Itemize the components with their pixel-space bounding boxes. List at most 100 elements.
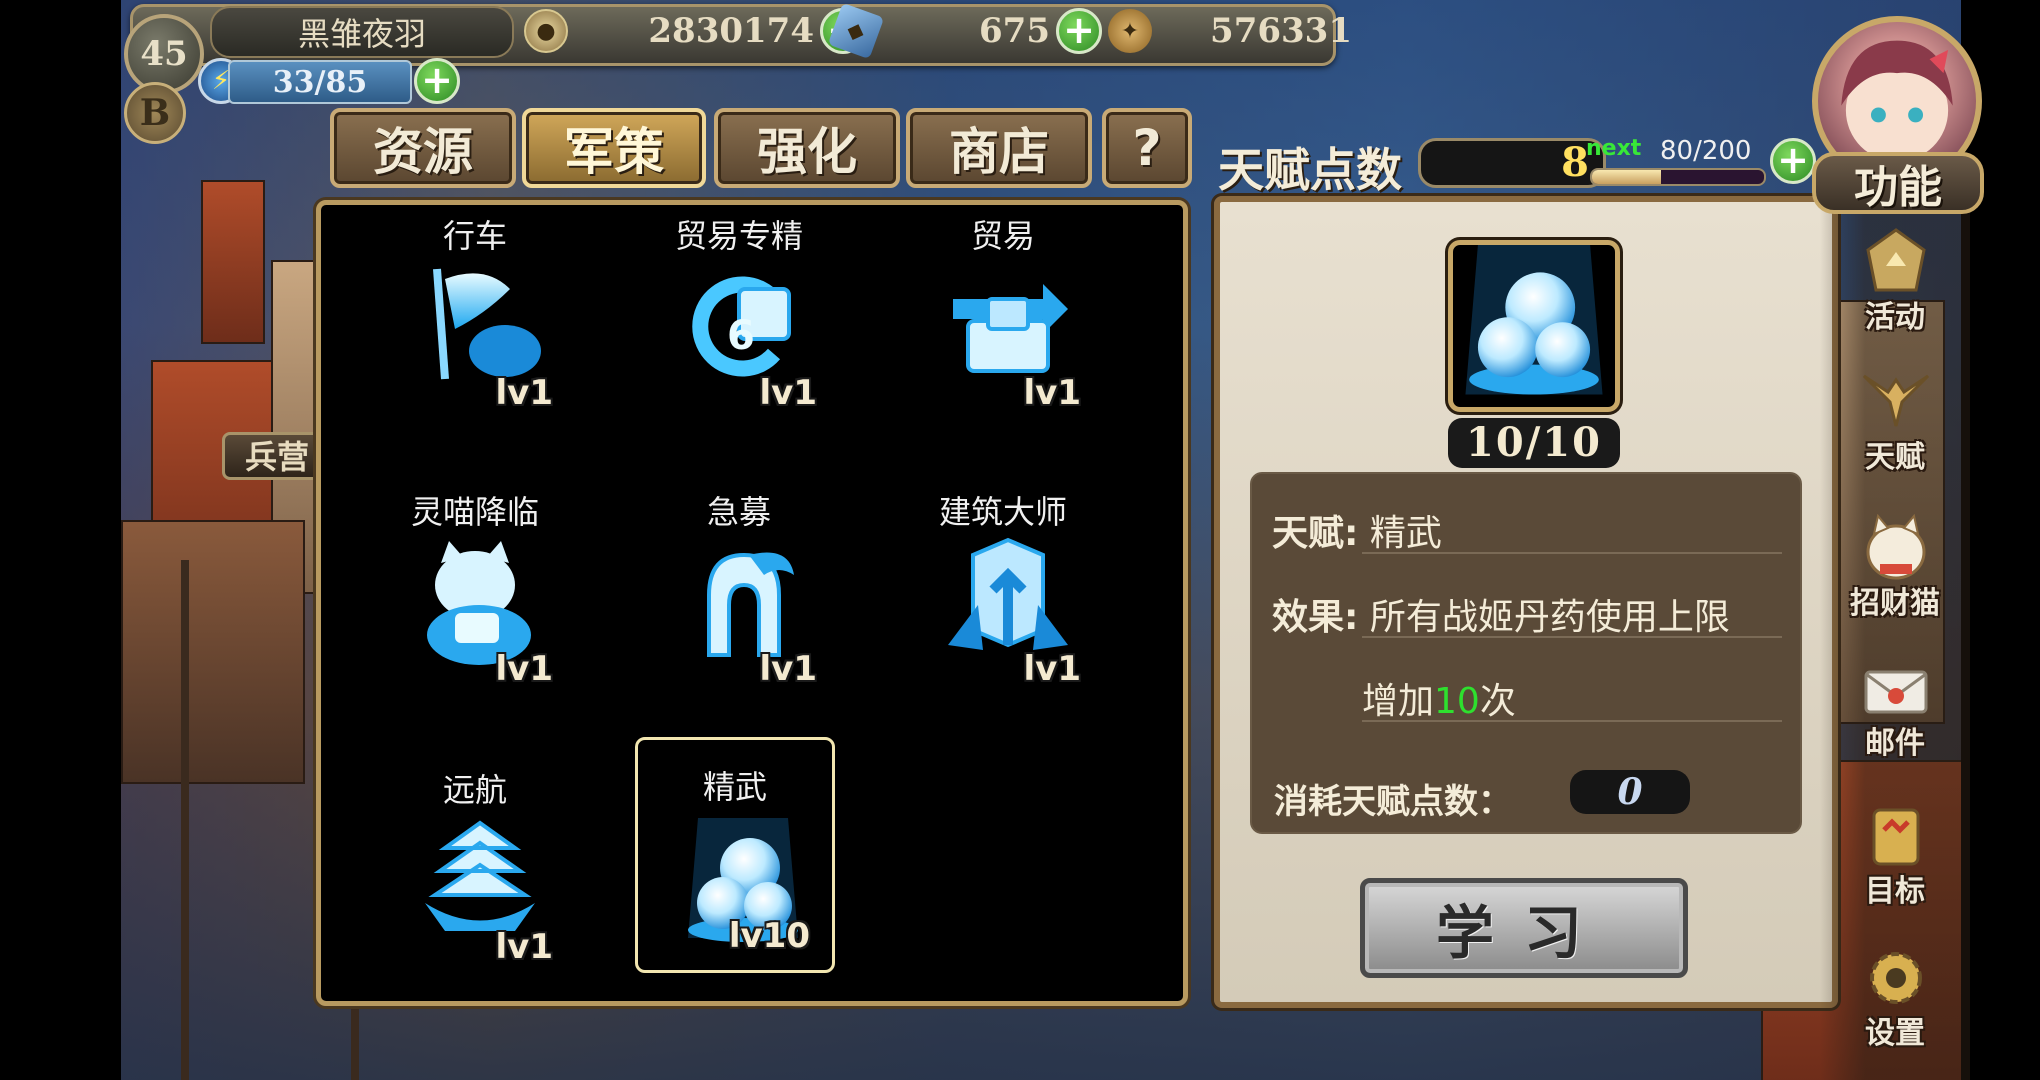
effect-line-2-pre: 增加 bbox=[1362, 681, 1435, 722]
svg-text:6: 6 bbox=[727, 313, 755, 359]
effect-row-2: 增加10次 bbox=[1362, 672, 1516, 724]
skill-item-voyage[interactable]: 远航 lv1 bbox=[375, 765, 575, 981]
talent-key: 天赋: bbox=[1272, 513, 1359, 554]
skill-title: 建筑大师 bbox=[938, 493, 1067, 531]
divider bbox=[1362, 720, 1782, 722]
side-item-talent[interactable]: 天赋 bbox=[1830, 366, 1960, 476]
skill-item-elite-martial[interactable]: 精武 lv10 bbox=[635, 737, 835, 973]
skill-title: 远航 bbox=[442, 771, 507, 809]
next-value: 80/200 bbox=[1660, 136, 1752, 166]
tower bbox=[201, 180, 265, 344]
side-item-mail[interactable]: 邮件 bbox=[1830, 652, 1960, 762]
cost-label: 消耗天赋点数： bbox=[1274, 782, 1512, 822]
activity-icon bbox=[1866, 228, 1926, 292]
next-label: next bbox=[1586, 136, 1642, 161]
lucky-cat-icon bbox=[1866, 513, 1926, 580]
skill-level: lv10 bbox=[728, 916, 810, 956]
pearls-icon bbox=[1465, 245, 1603, 395]
side-item-target[interactable]: 目标 bbox=[1830, 800, 1960, 910]
mail-icon bbox=[1864, 670, 1928, 714]
skill-title: 贸易 bbox=[970, 217, 1035, 255]
effect-key: 效果: bbox=[1272, 597, 1359, 638]
skill-title: 灵喵降临 bbox=[410, 493, 539, 531]
function-button[interactable]: 功能 bbox=[1812, 152, 1984, 214]
skill-level-count: 10/10 bbox=[1448, 418, 1620, 468]
energy-bar: 33/85 bbox=[228, 60, 412, 104]
player-name: 黑雏夜羽 bbox=[210, 6, 514, 58]
skill-title: 行车 bbox=[442, 217, 507, 255]
help-button[interactable]: ? bbox=[1102, 108, 1192, 188]
side-item-activity[interactable]: 活动 bbox=[1830, 226, 1960, 336]
trade-cycle-icon: 6 bbox=[692, 276, 791, 377]
talent-points-value: 8 bbox=[1418, 138, 1606, 188]
building-icon bbox=[948, 537, 1068, 650]
tab-enhance[interactable]: 强化 bbox=[714, 108, 900, 188]
talent-icon bbox=[1862, 374, 1930, 427]
skill-item-trade[interactable]: 贸易 lv1 bbox=[903, 211, 1103, 427]
skill-item-travel[interactable]: 行车 lv1 bbox=[375, 211, 575, 427]
ship-icon bbox=[425, 820, 535, 931]
cargo-icon bbox=[953, 284, 1068, 373]
gem-resource: ◆ 675 + bbox=[827, 2, 1102, 60]
lucky-cat-icon bbox=[427, 541, 531, 665]
skill-item-rush-recruit[interactable]: 急募 lv1 bbox=[639, 487, 839, 703]
side-item-label: 设置 bbox=[1865, 1016, 1925, 1051]
side-item-label: 天赋 bbox=[1865, 440, 1925, 475]
skill-level: lv1 bbox=[495, 373, 553, 413]
divider bbox=[1362, 552, 1782, 554]
tab-shop[interactable]: 商店 bbox=[906, 108, 1092, 188]
next-progress-fill bbox=[1592, 170, 1661, 184]
skill-level: lv1 bbox=[495, 927, 553, 967]
effect-line-1: 所有战姬丹药使用上限 bbox=[1369, 597, 1730, 638]
side-item-label: 邮件 bbox=[1865, 726, 1925, 761]
talent-name-row: 天赋: 精武 bbox=[1272, 504, 1442, 556]
talent-points-label: 天赋点数 bbox=[1218, 143, 1402, 197]
talent-info-box: 天赋: 精武 效果: 所有战姬丹药使用上限 增加10次 消耗天赋点数： 0 bbox=[1250, 472, 1802, 834]
coin-icon: ● bbox=[524, 9, 568, 53]
side-item-label: 目标 bbox=[1865, 874, 1925, 909]
gem-icon: ◆ bbox=[827, 2, 885, 60]
ship-mast bbox=[181, 560, 189, 1080]
side-item-settings[interactable]: 设置 bbox=[1830, 942, 1960, 1052]
settings-icon bbox=[1870, 952, 1922, 1004]
flag-icon bbox=[433, 268, 541, 380]
target-icon bbox=[1872, 808, 1920, 866]
skill-item-master-builder[interactable]: 建筑大师 lv1 bbox=[903, 487, 1103, 703]
effect-line-2-post: 次 bbox=[1479, 681, 1516, 722]
next-progress-bar bbox=[1590, 168, 1766, 186]
feather-icon: ✦ bbox=[1108, 9, 1152, 53]
skill-item-lucky-cat[interactable]: 灵喵降临 lv1 bbox=[375, 487, 575, 703]
skill-level: lv1 bbox=[759, 373, 817, 413]
add-gem-button[interactable]: + bbox=[1056, 8, 1102, 54]
skill-level: lv1 bbox=[1023, 373, 1081, 413]
effect-row: 效果: 所有战姬丹药使用上限 bbox=[1272, 588, 1730, 640]
feather-value: 576331 bbox=[1210, 11, 1352, 51]
b-medal-icon[interactable]: B bbox=[124, 82, 186, 144]
talent-name: 精武 bbox=[1369, 513, 1442, 554]
add-energy-button[interactable]: + bbox=[414, 58, 460, 104]
add-talent-button[interactable]: + bbox=[1770, 138, 1816, 184]
building bbox=[121, 520, 305, 784]
tab-strategy[interactable]: 军策 bbox=[522, 108, 706, 188]
skill-title: 精武 bbox=[702, 768, 767, 806]
selected-skill-icon-frame bbox=[1448, 240, 1620, 412]
side-item-label: 活动 bbox=[1865, 300, 1925, 335]
player-level-badge[interactable]: 45 bbox=[124, 14, 204, 94]
skill-title: 急募 bbox=[706, 493, 771, 531]
skill-grid-panel: 行车 lv1 贸易专精 6 lv1 贸易 lv1 灵喵降临 lv1 急募 lv1… bbox=[316, 200, 1188, 1006]
tab-resources[interactable]: 资源 bbox=[330, 108, 516, 188]
effect-line-2-number: 10 bbox=[1434, 681, 1480, 722]
side-item-lucky-cat[interactable]: 招财猫 bbox=[1830, 512, 1960, 622]
learn-button[interactable]: 学习 bbox=[1360, 878, 1688, 978]
side-item-label: 招财猫 bbox=[1850, 586, 1940, 621]
cost-value: 0 bbox=[1570, 770, 1690, 814]
helmet-icon bbox=[707, 552, 794, 657]
coin-value: 2830174 bbox=[648, 11, 814, 51]
skill-level: lv1 bbox=[759, 649, 817, 689]
feather-resource: ✦ 576331 bbox=[1108, 8, 1352, 54]
skill-level: lv1 bbox=[1023, 649, 1081, 689]
skill-level: lv1 bbox=[495, 649, 553, 689]
coin-resource: ● 2830174 + bbox=[524, 8, 866, 54]
skill-item-trade-expert[interactable]: 贸易专精 6 lv1 bbox=[639, 211, 839, 427]
gem-value: 675 bbox=[979, 11, 1050, 51]
